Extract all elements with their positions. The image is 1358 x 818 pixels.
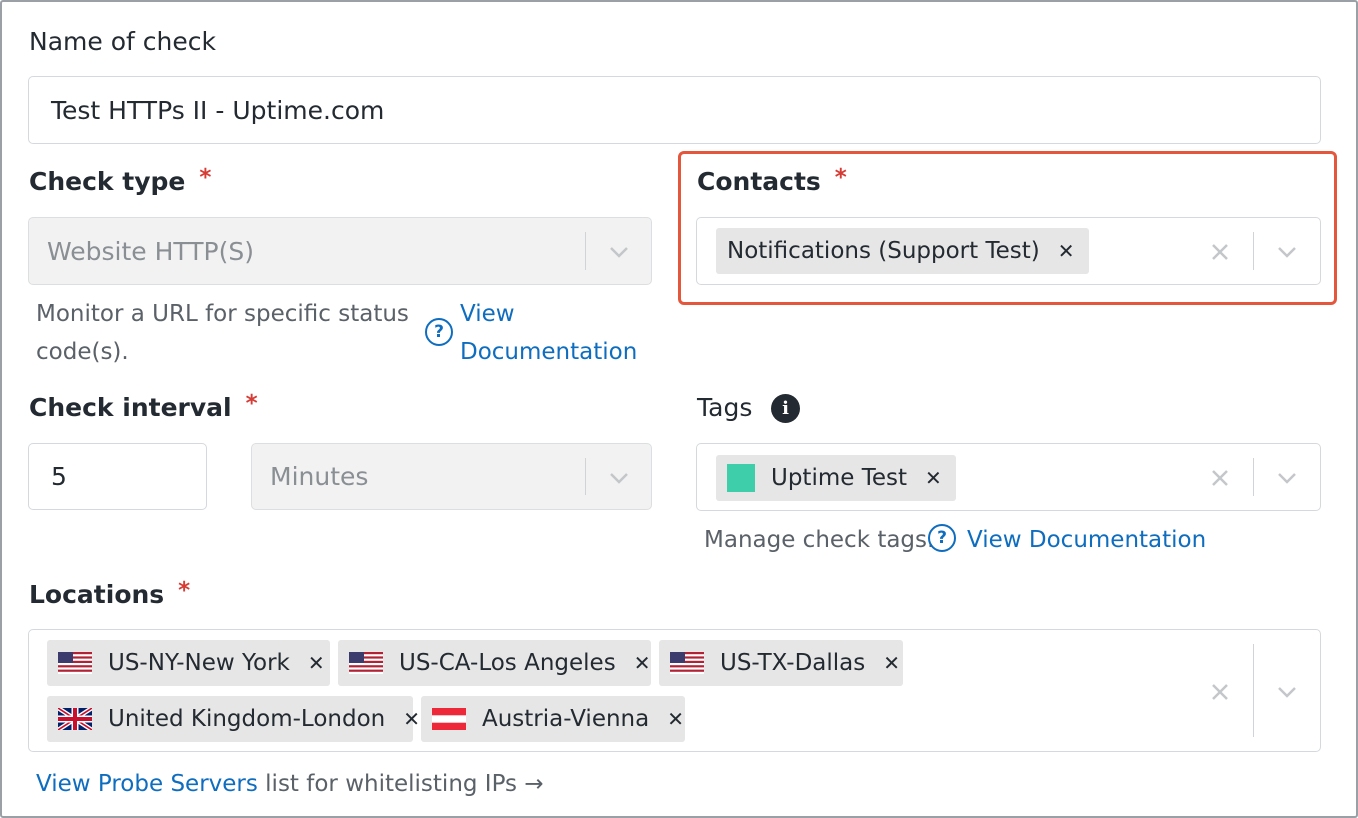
locations-label: Locations * (29, 578, 191, 611)
contacts-label-text: Contacts (697, 167, 821, 196)
contact-chip-label: Notifications (Support Test) (727, 238, 1040, 264)
check-interval-label: Check interval * (29, 391, 258, 424)
remove-chip-icon[interactable]: ✕ (883, 651, 900, 675)
remove-chip-icon[interactable]: ✕ (1058, 239, 1075, 263)
check-interval-input[interactable]: 5 (28, 443, 207, 510)
interval-unit-value: Minutes (270, 462, 369, 491)
clear-all-icon[interactable] (1209, 681, 1231, 703)
view-probe-servers-link[interactable]: View Probe Servers (36, 771, 258, 797)
tags-label: Tags (697, 393, 753, 422)
location-chip: United Kingdom-London ✕ (47, 696, 420, 742)
check-type-label-text: Check type (29, 167, 186, 196)
location-chip-label: US-CA-Los Angeles (399, 650, 616, 676)
locations-label-text: Locations (29, 580, 165, 609)
chevron-down-icon[interactable] (609, 246, 629, 258)
tag-chip: Uptime Test ✕ (716, 455, 956, 501)
location-chip: US-TX-Dallas ✕ (659, 640, 903, 686)
select-separator (1253, 232, 1254, 270)
remove-chip-icon[interactable]: ✕ (925, 466, 942, 490)
check-type-select[interactable]: Website HTTP(S) (28, 217, 652, 285)
locations-select[interactable]: US-NY-New York ✕ US-CA-Los Angeles ✕ US-… (28, 629, 1321, 752)
select-separator (1253, 458, 1254, 496)
probe-servers-text: list for whitelisting IPs → (265, 771, 544, 797)
contacts-select[interactable]: Notifications (Support Test) ✕ (696, 217, 1321, 285)
location-chip-label: US-NY-New York (108, 650, 290, 676)
name-of-check-input[interactable]: Test HTTPs II - Uptime.com (28, 76, 1321, 144)
tag-chip-label: Uptime Test (771, 465, 908, 491)
select-separator (585, 232, 586, 270)
select-separator (1253, 644, 1254, 737)
remove-chip-icon[interactable]: ✕ (634, 651, 651, 675)
location-chip: US-NY-New York ✕ (47, 640, 330, 686)
check-interval-label-text: Check interval (29, 393, 232, 422)
interval-unit-select[interactable]: Minutes (251, 443, 652, 510)
info-icon[interactable]: i (771, 394, 800, 423)
remove-chip-icon[interactable]: ✕ (403, 707, 420, 731)
help-circle-icon[interactable]: ? (425, 318, 453, 346)
tags-help-text: Manage check tags. (704, 527, 935, 553)
name-of-check-label: Name of check (29, 27, 216, 56)
help-circle-icon[interactable]: ? (928, 524, 956, 552)
remove-chip-icon[interactable]: ✕ (667, 707, 684, 731)
chevron-down-icon[interactable] (609, 472, 629, 484)
us-flag-icon (349, 652, 383, 674)
check-type-label: Check type * (29, 165, 212, 198)
location-chip-label: Austria-Vienna (482, 706, 650, 732)
austria-flag-icon (432, 708, 466, 730)
name-of-check-value: Test HTTPs II - Uptime.com (51, 95, 385, 125)
location-chip-label: United Kingdom-London (108, 706, 386, 732)
select-separator (585, 458, 586, 495)
clear-all-icon[interactable] (1209, 467, 1231, 489)
check-type-value: Website HTTP(S) (47, 236, 254, 266)
tags-doc-link[interactable]: View Documentation (967, 521, 1206, 559)
us-flag-icon (670, 652, 704, 674)
location-chip: Austria-Vienna ✕ (421, 696, 685, 742)
location-chip: US-CA-Los Angeles ✕ (338, 640, 651, 686)
required-asterisk: * (178, 578, 191, 604)
remove-chip-icon[interactable]: ✕ (308, 651, 325, 675)
tag-color-swatch (727, 464, 755, 492)
us-flag-icon (58, 652, 92, 674)
check-type-help-text: Monitor a URL for specific status code(s… (36, 301, 409, 365)
required-asterisk: * (199, 165, 212, 191)
probe-servers-line: View Probe Servers list for whitelisting… (36, 765, 544, 803)
check-type-doc-link[interactable]: View Documentation (460, 295, 650, 371)
location-chip-label: US-TX-Dallas (720, 650, 866, 676)
clear-all-icon[interactable] (1209, 241, 1231, 263)
contacts-label: Contacts * (697, 165, 847, 198)
required-asterisk: * (834, 165, 847, 191)
tags-select[interactable]: Uptime Test ✕ (696, 443, 1321, 511)
check-interval-value: 5 (51, 462, 67, 491)
chevron-down-icon[interactable] (1277, 472, 1297, 484)
contact-chip: Notifications (Support Test) ✕ (716, 228, 1089, 274)
uk-flag-icon (58, 708, 92, 730)
chevron-down-icon[interactable] (1277, 686, 1297, 698)
required-asterisk: * (245, 391, 258, 417)
chevron-down-icon[interactable] (1277, 246, 1297, 258)
